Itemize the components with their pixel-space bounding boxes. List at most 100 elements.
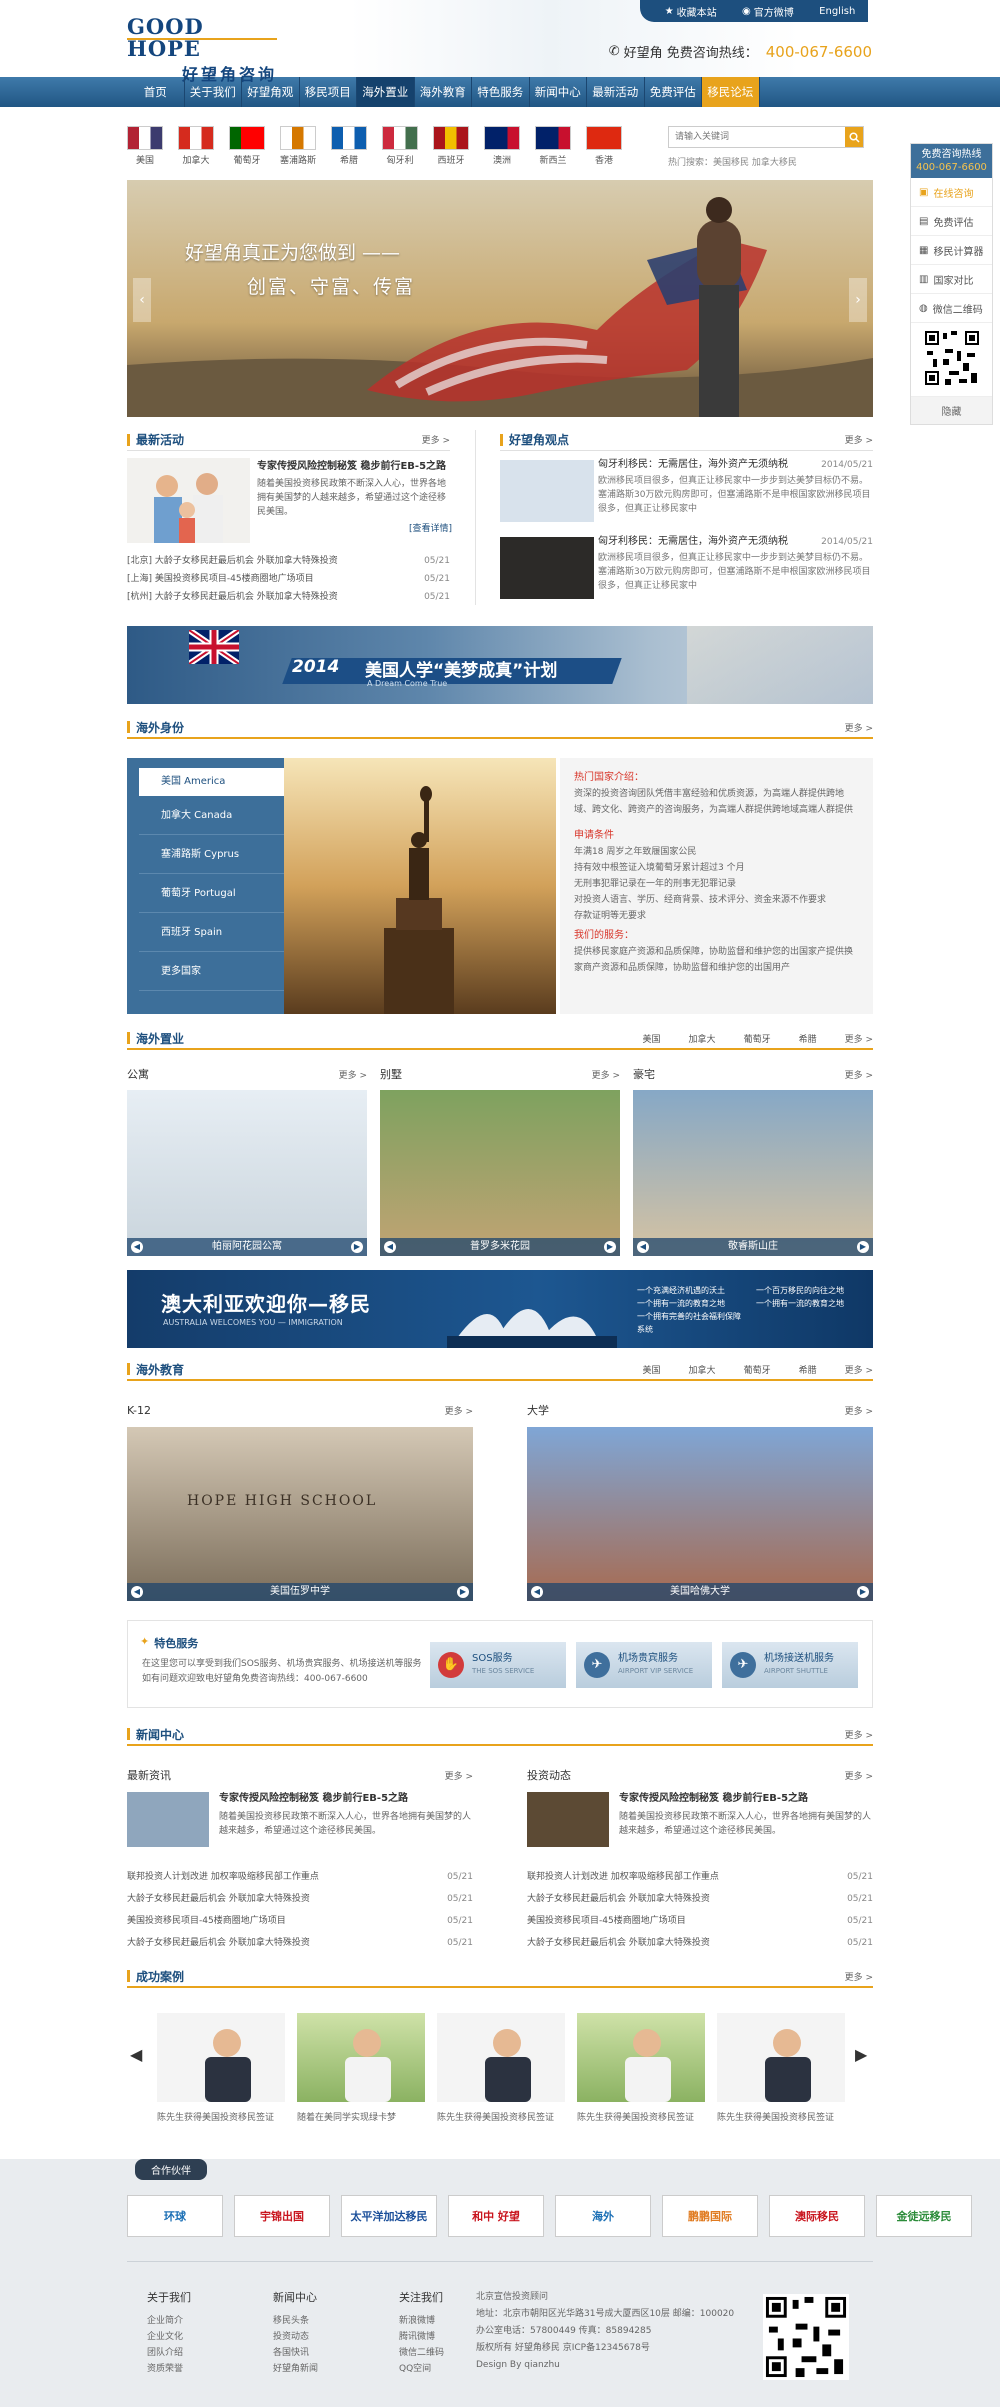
- banner-prev-button[interactable]: ‹: [133, 278, 151, 322]
- side-compare[interactable]: ▥ 国家对比: [911, 265, 992, 294]
- footer-link[interactable]: 移民头条: [273, 2313, 343, 2329]
- latest-detail-link[interactable]: [查看详情]: [257, 521, 452, 534]
- side-wechat[interactable]: ◍ 微信二维码: [911, 294, 992, 323]
- list-item[interactable]: [杭州] 大龄子女移民赶最后机会 外联加拿大特殊投资 05/21: [127, 588, 450, 606]
- partner-logo[interactable]: 和中 好望: [448, 2195, 544, 2237]
- nav-item[interactable]: 移民论坛: [702, 77, 760, 107]
- list-item[interactable]: 大龄子女移民赶最后机会 外联加拿大特殊投资 05/21: [527, 1888, 873, 1910]
- side-hide-button[interactable]: 隐藏: [911, 397, 992, 424]
- nav-item[interactable]: 海外教育: [415, 77, 472, 107]
- search-input[interactable]: [669, 127, 845, 147]
- country-menu-item[interactable]: 加拿大 Canada: [139, 796, 284, 835]
- latest-feature-title[interactable]: 专家传授风险控制秘笈 稳步前行EB-5之路: [257, 460, 452, 474]
- news-feature-title[interactable]: 专家传授风险控制秘笈 稳步前行EB-5之路: [219, 1792, 473, 1806]
- tab-0[interactable]: 美国: [643, 1363, 661, 1376]
- flag-item[interactable]: 香港: [586, 126, 622, 166]
- banner-next-button[interactable]: ›: [849, 278, 867, 322]
- tab-2[interactable]: 葡萄牙: [744, 1032, 771, 1045]
- nav-item[interactable]: 移民项目: [300, 77, 357, 107]
- country-menu-item[interactable]: 美国 America: [139, 768, 284, 796]
- education-col-more[interactable]: 更多 >: [845, 1404, 873, 1417]
- property-photo[interactable]: 帕丽阿花园公寓 ◀ ▶: [127, 1090, 367, 1256]
- special-service-button[interactable]: ✈ 机场贵宾服务 AIRPORT VIP SERVICE: [576, 1642, 712, 1688]
- footer-link[interactable]: 各国快讯: [273, 2345, 343, 2361]
- nav-item[interactable]: 首页: [127, 77, 185, 107]
- property-col-more[interactable]: 更多 >: [592, 1068, 620, 1081]
- side-calculator[interactable]: ▦ 移民计算器: [911, 236, 992, 265]
- prev-arrow-icon[interactable]: ◀: [637, 1241, 649, 1253]
- prev-arrow-icon[interactable]: ◀: [131, 1241, 143, 1253]
- partner-logo[interactable]: 环球: [127, 2195, 223, 2237]
- list-item[interactable]: 大龄子女移民赶最后机会 外联加拿大特殊投资 05/21: [127, 1888, 473, 1910]
- flag-item[interactable]: 加拿大: [178, 126, 214, 166]
- tab-0[interactable]: 美国: [643, 1032, 661, 1045]
- prev-arrow-icon[interactable]: ◀: [531, 1586, 543, 1598]
- flag-item[interactable]: 美国: [127, 126, 163, 166]
- logo[interactable]: GOOD HOPE 好望角咨询: [127, 16, 277, 85]
- footer-link[interactable]: 企业文化: [147, 2329, 217, 2345]
- education-photo[interactable]: 美国哈佛大学 ◀ ▶: [527, 1427, 873, 1601]
- tab-3[interactable]: 希腊: [799, 1363, 817, 1376]
- country-menu-item[interactable]: 西班牙 Spain: [139, 913, 284, 952]
- partner-logo[interactable]: 金徒远移民: [876, 2195, 972, 2237]
- nav-item[interactable]: 海外置业: [357, 77, 415, 107]
- ad-banner-australia[interactable]: 澳大利亚欢迎你—移民 AUSTRALIA WELCOMES YOU — IMMI…: [127, 1270, 873, 1348]
- property-photo[interactable]: 敬睿斯山庄 ◀ ▶: [633, 1090, 873, 1256]
- property-col-more[interactable]: 更多 >: [845, 1068, 873, 1081]
- case-item[interactable]: 陈先生获得美国投资移民签证: [577, 2013, 705, 2123]
- search-button[interactable]: [845, 127, 863, 147]
- flag-item[interactable]: 塞浦路斯: [280, 126, 316, 166]
- list-item[interactable]: [上海] 美国投资移民项目-45楼商圈地广场项目 05/21: [127, 570, 450, 588]
- news-more-link[interactable]: 更多 >: [845, 1728, 873, 1741]
- education-col-more[interactable]: 更多 >: [445, 1404, 473, 1417]
- flag-item[interactable]: 葡萄牙: [229, 126, 265, 166]
- nav-item[interactable]: 好望角观点: [242, 77, 300, 129]
- education-photo[interactable]: HOPE HIGH SCHOOL 美国伍罗中学 ◀ ▶: [127, 1427, 473, 1601]
- case-item[interactable]: 陈先生获得美国投资移民签证: [437, 2013, 565, 2123]
- partner-logo[interactable]: 宇锦出国: [234, 2195, 330, 2237]
- next-arrow-icon[interactable]: ▶: [857, 1241, 869, 1253]
- cases-next-button[interactable]: ▶: [855, 2045, 867, 2064]
- country-menu-item[interactable]: 更多国家: [139, 952, 284, 991]
- nav-item[interactable]: 新闻中心: [530, 77, 587, 107]
- footer-link[interactable]: QQ空间: [399, 2361, 469, 2377]
- news-feature-title[interactable]: 专家传授风险控制秘笈 稳步前行EB-5之路: [619, 1792, 873, 1806]
- list-item[interactable]: 联邦投资人计划改进 加权率吸缩移民部工作重点 05/21: [127, 1866, 473, 1888]
- side-free-assess[interactable]: ▤ 免费评估: [911, 207, 992, 236]
- tab-2[interactable]: 葡萄牙: [744, 1363, 771, 1376]
- footer-link[interactable]: 新浪微博: [399, 2313, 469, 2329]
- special-service-button[interactable]: ✋ SOS服务 THE SOS SERVICE: [430, 1642, 566, 1688]
- case-item[interactable]: 随着在美同学实现绿卡梦: [297, 2013, 425, 2123]
- identity-more-link[interactable]: 更多 >: [845, 721, 873, 734]
- news-col-more[interactable]: 更多 >: [845, 1769, 873, 1782]
- flag-item[interactable]: 新西兰: [535, 126, 571, 166]
- nav-item[interactable]: 特色服务: [472, 77, 530, 107]
- footer-link[interactable]: 企业简介: [147, 2313, 217, 2329]
- list-item[interactable]: 大龄子女移民赶最后机会 外联加拿大特殊投资 05/21: [527, 1932, 873, 1954]
- special-service-button[interactable]: ✈ 机场接送机服务 AIRPORT SHUTTLE: [722, 1642, 858, 1688]
- next-arrow-icon[interactable]: ▶: [857, 1586, 869, 1598]
- partner-logo[interactable]: 澳际移民: [769, 2195, 865, 2237]
- country-menu-item[interactable]: 葡萄牙 Portugal: [139, 874, 284, 913]
- flag-item[interactable]: 希腊: [331, 126, 367, 166]
- property-more-link[interactable]: 更多 >: [845, 1032, 873, 1045]
- case-item[interactable]: 陈先生获得美国投资移民签证: [717, 2013, 845, 2123]
- view-item[interactable]: 匈牙利移民：无需居住，海外资产无须纳税 2014/05/21 欧洲移民项目很多，但真…: [598, 535, 873, 593]
- tab-1[interactable]: 加拿大: [689, 1363, 716, 1376]
- cases-prev-button[interactable]: ◀: [130, 2045, 142, 2064]
- flag-item[interactable]: 匈牙利: [382, 126, 418, 166]
- ad-banner-dream[interactable]: 2014 美国人学“美梦成真”计划 A Dream Come True: [127, 626, 873, 704]
- next-arrow-icon[interactable]: ▶: [457, 1586, 469, 1598]
- footer-link[interactable]: 腾讯微博: [399, 2329, 469, 2345]
- news-col-more[interactable]: 更多 >: [445, 1769, 473, 1782]
- partner-logo[interactable]: 海外: [555, 2195, 651, 2237]
- tab-3[interactable]: 希腊: [799, 1032, 817, 1045]
- list-item[interactable]: 美国投资移民项目-45楼商圈地广场项目 05/21: [527, 1910, 873, 1932]
- country-menu-item[interactable]: 塞浦路斯 Cyprus: [139, 835, 284, 874]
- list-item[interactable]: 联邦投资人计划改进 加权率吸缩移民部工作重点 05/21: [527, 1866, 873, 1888]
- next-arrow-icon[interactable]: ▶: [604, 1241, 616, 1253]
- partner-logo[interactable]: 鹏鹏国际: [662, 2195, 758, 2237]
- favorite-link[interactable]: ★ 收藏本站: [665, 4, 717, 19]
- flag-item[interactable]: 澳洲: [484, 126, 520, 166]
- english-link[interactable]: English: [819, 6, 855, 17]
